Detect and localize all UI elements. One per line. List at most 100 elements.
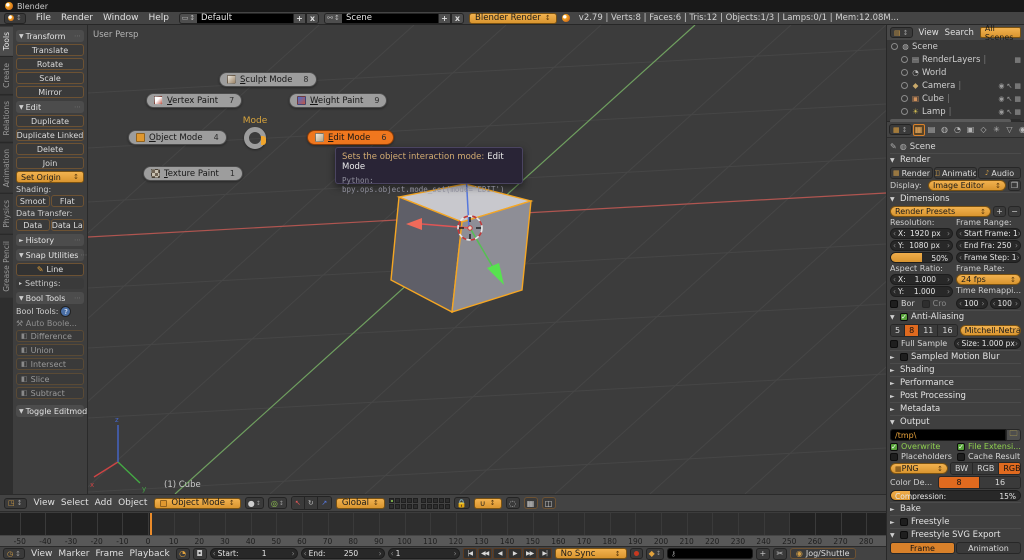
jog-shuttle-button[interactable]: ◉ Jog/Shuttle: [789, 548, 856, 559]
flat-button[interactable]: Flat: [50, 195, 84, 207]
sync-dropdown[interactable]: No Sync ↕: [554, 548, 627, 559]
properties-tab-render-layers[interactable]: ▤: [926, 124, 938, 136]
layer-cell[interactable]: [438, 497, 444, 503]
placeholders-checkbox[interactable]: [890, 452, 898, 461]
scene-value[interactable]: Scene: [342, 12, 439, 24]
layer-cell[interactable]: [426, 503, 432, 509]
subtract-button[interactable]: ◧ Subtract: [16, 387, 84, 399]
smoot-button[interactable]: Smoot: [16, 195, 50, 207]
end-frame-stepper[interactable]: End:250: [300, 548, 385, 559]
panel-toggle-editmode-header[interactable]: ▼ Toggle Editmode: [16, 405, 87, 417]
file-format-dropdown[interactable]: ▦ PNG: [890, 463, 948, 474]
pie-item-weight-paint[interactable]: Weight Paint 9: [289, 93, 388, 108]
layer-cell[interactable]: [394, 497, 400, 503]
layer-cell[interactable]: [394, 503, 400, 509]
properties-tab-object[interactable]: ▣: [965, 124, 977, 136]
rotate-button[interactable]: Rotate: [16, 58, 84, 70]
viewport-3d[interactable]: x y z User Persp (1) Cube Mode Sculpt Mo…: [88, 25, 886, 494]
remap-old-field[interactable]: 100: [956, 298, 988, 309]
expand-toggle-icon[interactable]: [901, 95, 908, 102]
expand-toggle-icon[interactable]: [901, 56, 908, 63]
aspect-x-field[interactable]: X:1.000: [890, 274, 954, 285]
panel-history-header[interactable]: ► History: [16, 234, 84, 246]
outliner-scope-dropdown[interactable]: All Scenes: [979, 24, 1021, 42]
color-depth-8[interactable]: 8: [939, 477, 980, 488]
lock-time-cursor-button[interactable]: ◘: [192, 547, 207, 560]
crop-checkbox[interactable]: [921, 299, 930, 308]
preset-add-button[interactable]: +: [993, 206, 1006, 217]
outliner-menu-view[interactable]: View: [916, 28, 942, 38]
shelf-tab-create[interactable]: Create: [0, 56, 13, 95]
layer-cell[interactable]: [438, 503, 444, 509]
expand-toggle-icon[interactable]: [901, 69, 908, 76]
panel-booltools-header[interactable]: ▼ Bool Tools: [16, 292, 84, 304]
panel-output-header[interactable]: ▼ Output: [890, 415, 1021, 428]
timeline-menu-playback[interactable]: Playback: [127, 549, 173, 559]
aa-filter-dropdown[interactable]: Mitchell-Netra...: [959, 325, 1021, 336]
overwrite-checkbox[interactable]: ✓: [890, 442, 898, 451]
outliner-row-world[interactable]: ◔ World: [887, 66, 1024, 79]
layer-cell[interactable]: [432, 497, 438, 503]
outliner-menu-search[interactable]: Search: [942, 28, 977, 38]
render-icon[interactable]: ▦: [1014, 108, 1021, 116]
aa-samples-8[interactable]: 8: [905, 325, 920, 336]
display-dropdown[interactable]: Image Editor: [928, 180, 1006, 191]
render-icon[interactable]: ▦: [1014, 82, 1021, 90]
properties-tab-modifiers[interactable]: ✳: [991, 124, 1003, 136]
channels-bw[interactable]: BW: [951, 463, 974, 474]
panel-freestyle-header[interactable]: ► Freestyle: [890, 515, 1021, 528]
animatio-button[interactable]: ◫Animatio: [934, 167, 977, 179]
properties-tab-constraints[interactable]: ◇: [978, 124, 990, 136]
panel-sampled-motion-blur-header[interactable]: ► Sampled Motion Blur: [890, 350, 1021, 363]
layer-cell[interactable]: [388, 503, 394, 509]
color-depth-16[interactable]: 16: [980, 477, 1020, 488]
panel-bake-header[interactable]: ► Bake: [890, 502, 1021, 515]
menu-file[interactable]: File: [31, 13, 56, 23]
render-button[interactable]: ▦ Render: [890, 167, 933, 179]
current-frame-stepper[interactable]: 1: [387, 548, 460, 559]
transform-orientation-dropdown[interactable]: Global ↕: [335, 497, 385, 509]
select-icon[interactable]: ↖: [1007, 108, 1013, 116]
properties-tab-data[interactable]: ▽: [1004, 124, 1016, 136]
lock-icon[interactable]: 🔒: [453, 497, 470, 509]
remap-new-field[interactable]: 100: [989, 298, 1022, 309]
screen-layout-value[interactable]: Default: [197, 12, 294, 24]
full-sample-checkbox[interactable]: [890, 339, 898, 348]
new-window-icon[interactable]: ❒: [1008, 180, 1021, 191]
join-button[interactable]: Join: [16, 157, 84, 169]
outliner-editor-selector[interactable]: ▤ ↕: [890, 27, 913, 38]
shelf-tab-grease-pencil[interactable]: Grease Pencil: [0, 233, 13, 298]
duplicate-button[interactable]: Duplicate: [16, 115, 84, 127]
timeline-menu-view[interactable]: View: [28, 549, 55, 559]
border-checkbox[interactable]: [890, 299, 898, 308]
view3d-menu-add[interactable]: Add: [92, 498, 115, 508]
expand-toggle-icon[interactable]: [901, 82, 908, 89]
render-icon[interactable]: ▦: [1014, 95, 1021, 103]
timeline-editor-selector[interactable]: ◷ ↕: [3, 548, 25, 559]
play-button[interactable]: ▶: [507, 548, 522, 559]
timeline-ruler[interactable]: -50 -40 -30 -20 -10 0 10 20 30 40 50 60 70 80 90 100 110…: [0, 535, 886, 546]
union-button[interactable]: ◧ Union: [16, 344, 84, 356]
pie-item-sculpt-mode[interactable]: Sculpt Mode 8: [219, 72, 317, 87]
layer-cell[interactable]: [400, 503, 406, 509]
start-frame-stepper[interactable]: Start:1: [209, 548, 298, 559]
outliner-row-scene[interactable]: ◍ Scene: [887, 40, 1024, 53]
rotate-manipulator-toggle[interactable]: ↻: [304, 497, 318, 509]
freestyle-svg-export-checkbox[interactable]: [900, 531, 908, 539]
panel-performance-header[interactable]: ► Performance: [890, 376, 1021, 389]
outliner-row-renderlayers[interactable]: ▤ RenderLayers | ▦: [887, 53, 1024, 66]
panel-transform-header[interactable]: ▼ Transform: [16, 30, 84, 42]
properties-tab-world[interactable]: ◔: [952, 124, 964, 136]
layer-cell[interactable]: [444, 497, 450, 503]
close-layout-button[interactable]: x: [306, 12, 320, 24]
layer-cell[interactable]: [388, 497, 394, 503]
snap-settings-expander[interactable]: ▸ Settings:: [16, 278, 84, 289]
timeline[interactable]: -50 -40 -30 -20 -10 0 10 20 30 40 50 60 70 80 90 100 110…: [0, 513, 886, 546]
scene-selector[interactable]: ⚯ ↕ Scene + x: [324, 12, 465, 24]
layer-cell[interactable]: [432, 503, 438, 509]
end-frame-field[interactable]: End Fra: 250: [956, 240, 1021, 251]
snap-element-dropdown[interactable]: ∪ ↕: [473, 497, 502, 509]
layer-cell[interactable]: [426, 497, 432, 503]
layer-cell[interactable]: [406, 497, 412, 503]
freestyle-checkbox[interactable]: [900, 518, 908, 526]
